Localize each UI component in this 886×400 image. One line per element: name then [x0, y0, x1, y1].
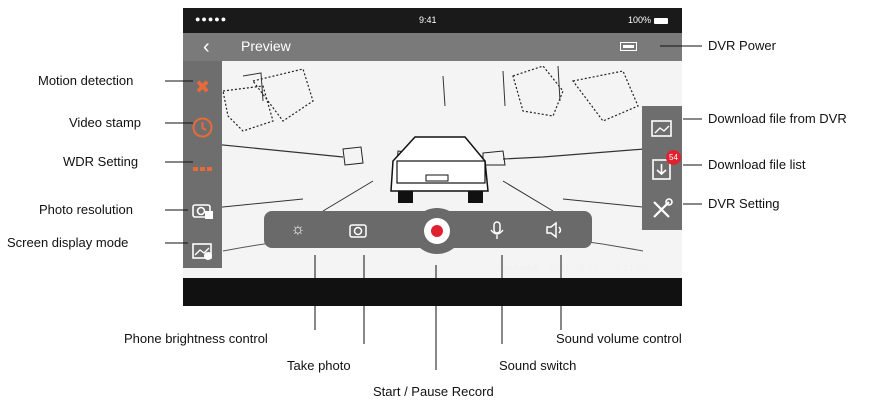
status-time: 9:41	[419, 15, 437, 25]
take-photo-button[interactable]	[346, 218, 370, 242]
callout-download-file-list: Download file list	[708, 157, 806, 172]
stamp-icon	[192, 117, 213, 138]
video-stamp-overlay: AAAAAA 2015/09/20 09:41:00	[500, 263, 658, 273]
image-download-icon	[651, 120, 672, 137]
control-bar: ☼	[264, 208, 592, 254]
right-toolbar: 54	[642, 106, 682, 230]
back-icon[interactable]: ‹	[203, 36, 210, 59]
callout-phone-brightness-control: Phone brightness control	[124, 331, 268, 346]
battery-percent: 100%	[627, 15, 651, 25]
battery-icon	[654, 17, 668, 24]
display-mode-icon	[192, 243, 212, 260]
status-bar: ●●●●● 9:41 100%	[183, 8, 682, 33]
callout-wdr-setting: WDR Setting	[63, 154, 139, 169]
callout-photo-resolution: Photo resolution	[39, 202, 133, 217]
motion-icon: ✖	[194, 77, 211, 97]
wdr-icon	[193, 167, 212, 171]
download-file-from-dvr-button[interactable]	[649, 116, 675, 142]
callout-dvr-power: DVR Power	[708, 38, 776, 53]
sound-switch-button[interactable]	[485, 218, 509, 242]
download-count-badge: 54	[666, 150, 681, 165]
screen-display-mode-button[interactable]	[190, 238, 215, 263]
record-button[interactable]	[412, 208, 462, 254]
microphone-icon	[490, 221, 504, 239]
tools-icon	[653, 198, 673, 218]
battery-status: 100%	[628, 15, 668, 25]
callout-motion-detection: Motion detection	[38, 73, 134, 88]
callout-screen-display-mode: Screen display mode	[7, 235, 129, 250]
volume-button[interactable]	[543, 218, 567, 242]
stamp-time: 09:41:00	[609, 263, 649, 273]
callout-download-file-from-dvr: Download file from DVR	[708, 111, 847, 126]
callout-start-pause-record: Start / Pause Record	[373, 384, 494, 399]
title-bar: ‹ Preview	[183, 33, 682, 61]
wdr-setting-button[interactable]	[190, 156, 215, 181]
callout-sound-volume-control: Sound volume control	[556, 331, 682, 346]
speaker-icon	[546, 221, 562, 239]
video-stamp-button[interactable]	[190, 115, 215, 140]
brightness-button[interactable]: ☼	[286, 218, 310, 242]
callout-take-photo: Take photo	[287, 358, 351, 373]
stamp-date: 2015/09/20	[549, 263, 600, 273]
bottom-black-band	[183, 278, 682, 306]
page-title: Preview	[241, 38, 291, 54]
record-icon	[424, 218, 450, 244]
phone-screen: ●●●●● 9:41 100% ‹ Preview ✖ 54 ☼ AAAAAA …	[183, 8, 682, 306]
dvr-setting-button[interactable]	[649, 196, 675, 222]
motion-detection-button[interactable]: ✖	[190, 75, 215, 100]
stamp-text: AAAAAA	[500, 263, 540, 273]
camera-icon	[349, 224, 367, 238]
sun-icon: ☼	[290, 221, 306, 238]
callout-video-stamp: Video stamp	[69, 115, 142, 130]
download-file-list-button[interactable]: 54	[649, 150, 681, 182]
camera-resolution-icon	[192, 204, 213, 219]
callout-dvr-setting: DVR Setting	[708, 196, 780, 211]
left-toolbar: ✖	[183, 61, 222, 268]
photo-resolution-button[interactable]	[190, 198, 215, 223]
callout-sound-switch: Sound switch	[499, 358, 577, 373]
dvr-power-icon	[620, 42, 637, 51]
signal-icon: ●●●●●	[195, 14, 228, 24]
